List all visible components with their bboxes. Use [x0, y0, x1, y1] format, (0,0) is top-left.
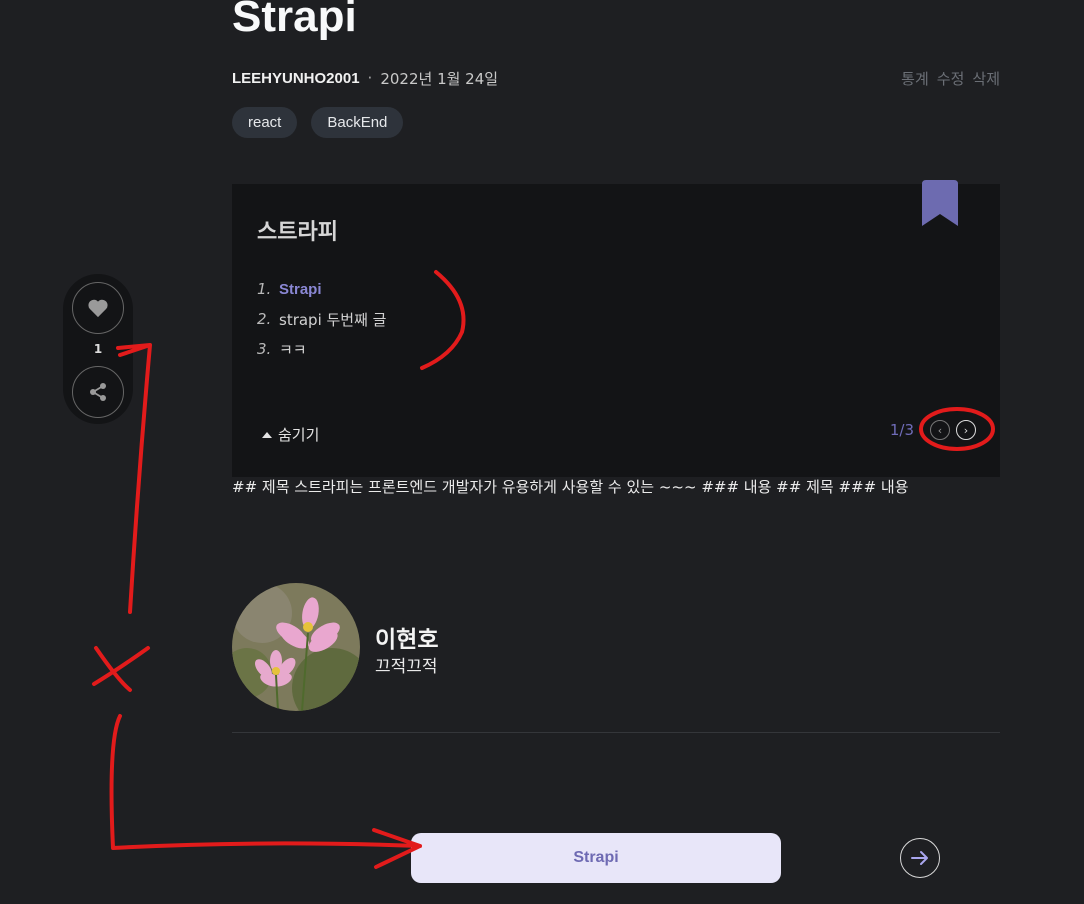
series-item-number: 2. [257, 310, 272, 328]
series-page-count: 1/3 [889, 421, 914, 439]
heart-icon [88, 299, 108, 318]
share-icon [90, 383, 106, 401]
series-item-label[interactable]: Strapi [279, 281, 322, 298]
avatar[interactable] [232, 583, 360, 711]
post-meta: LEEHYUNHO2001 · 2022년 1월 24일 통계 수정 삭제 [232, 66, 1000, 90]
chevron-right-icon[interactable]: › [956, 420, 976, 440]
post-actions: 통계 수정 삭제 [901, 68, 1000, 89]
next-post-label: Strapi [573, 849, 619, 866]
hide-series-label: 숨기기 [278, 426, 320, 444]
delete-button[interactable]: 삭제 [972, 68, 1000, 89]
profile-name[interactable]: 이현호 [375, 620, 438, 654]
edit-button[interactable]: 수정 [937, 68, 965, 89]
series-item-label[interactable]: strapi 두번째 글 [279, 309, 386, 330]
bookmark-icon [922, 180, 958, 226]
series-title[interactable]: 스트라피 [257, 214, 338, 246]
caret-up-icon [262, 431, 272, 438]
series-list: 1. Strapi 2. strapi 두번째 글 3. ㅋㅋ [257, 274, 386, 364]
stats-button[interactable]: 통계 [901, 68, 929, 89]
series-pager: 1/3 ‹ › [890, 420, 976, 440]
tag-list: react BackEnd [232, 107, 404, 138]
arrow-right-glyph [911, 851, 928, 865]
series-item[interactable]: 3. ㅋㅋ [257, 334, 386, 364]
series-item-number: 1. [257, 280, 272, 298]
series-item-number: 3. [257, 340, 272, 358]
meta-separator: · [367, 69, 373, 87]
series-panel: 스트라피 1. Strapi 2. strapi 두번째 글 3. ㅋㅋ 숨기기… [232, 180, 1000, 477]
tag-react[interactable]: react [232, 107, 298, 138]
post-body: ## 제목 스트라피는 프론트엔드 개발자가 유용하게 사용할 수 있는 ~~~… [232, 478, 909, 496]
chevron-left-icon[interactable]: ‹ [930, 420, 950, 440]
avatar-image [232, 583, 360, 711]
author-link[interactable]: LEEHYUNHO2001 [232, 70, 360, 87]
series-item[interactable]: 2. strapi 두번째 글 [257, 304, 386, 334]
share-button[interactable] [72, 366, 124, 418]
profile-bio: 끄적끄적 [375, 657, 438, 677]
hide-series-button[interactable]: 숨기기 [262, 424, 319, 445]
post-date: 2022년 1월 24일 [380, 69, 499, 88]
tag-backend[interactable]: BackEnd [311, 107, 404, 138]
arrow-right-icon[interactable] [900, 838, 940, 878]
page-title: Strapi [232, 0, 357, 41]
like-count: 1 [93, 342, 103, 356]
next-post-button[interactable]: Strapi [411, 833, 781, 883]
series-item-label[interactable]: ㅋㅋ [279, 339, 307, 360]
like-button[interactable] [72, 282, 124, 334]
divider [232, 732, 1000, 733]
side-action-bar: 1 [63, 274, 133, 424]
series-item[interactable]: 1. Strapi [257, 274, 386, 304]
